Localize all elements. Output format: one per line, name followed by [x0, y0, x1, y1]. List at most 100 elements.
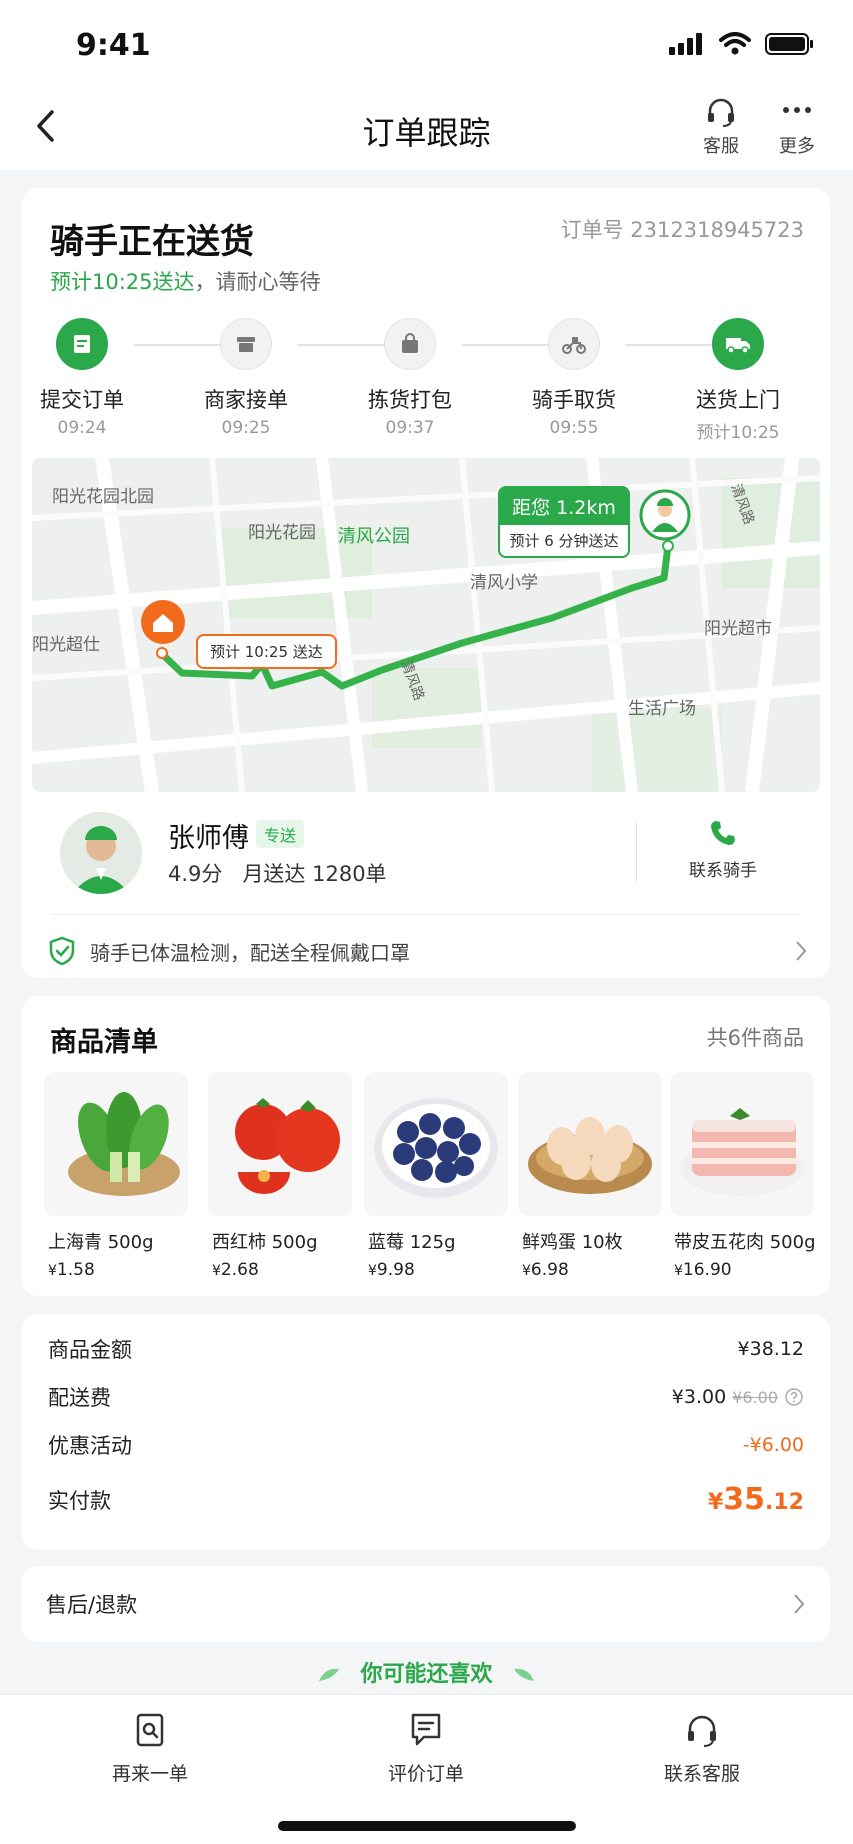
goods-title: 商品清单: [50, 1027, 158, 1058]
service-label: 客服: [703, 136, 739, 157]
map-label: 清风小学: [470, 573, 538, 593]
price-summary-card: 商品金额 ¥38.12 配送费 ¥3.00 ¥6.00 优惠活动 -¥6.00 …: [22, 1314, 830, 1550]
goods-item[interactable]: 上海青 500g ¥1.58: [44, 1072, 188, 1280]
goods-name: 鲜鸡蛋 10枚: [522, 1232, 623, 1253]
rider-badge: 专送: [256, 820, 305, 848]
rider-name: 张师傅: [168, 823, 249, 854]
support-label: 联系客服: [663, 1763, 740, 1785]
rider-stats: 4.9分 月送达 1280单: [168, 858, 387, 888]
rider-distance-bubble: 距您 1.2km 预计 6 分钟送达: [498, 486, 630, 558]
goods-name: 上海青 500g: [48, 1232, 154, 1253]
goods-name: 带皮五花肉 500g: [674, 1232, 816, 1253]
review-order-button[interactable]: 评价订单: [346, 1711, 506, 1786]
status-time: 9:41: [76, 28, 151, 63]
goods-item[interactable]: 蓝莓 125g ¥9.98: [364, 1072, 508, 1280]
goods-price: ¥9.98: [368, 1260, 415, 1280]
delivery-fee-original: ¥6.00: [732, 1387, 778, 1407]
step-picking-packing: 拣货打包 09:37: [350, 318, 470, 438]
goods-list-card: 商品清单 共6件商品 上海青 500g ¥1.58 西红柿 500g ¥2.68…: [22, 996, 830, 1296]
delivery-fee-values: ¥3.00 ¥6.00: [672, 1386, 804, 1408]
after-sale-refund-row[interactable]: 售后/退款: [22, 1566, 830, 1642]
battery-icon: [765, 33, 813, 55]
truck-icon: [712, 318, 764, 370]
rider-location-icon: [639, 489, 691, 541]
pork-belly-image: [670, 1072, 814, 1216]
rider-distance: 距您 1.2km: [500, 488, 628, 525]
paid-label: 实付款: [48, 1488, 111, 1513]
step-time: 09:25: [221, 418, 271, 438]
map-label: 生活广场: [628, 699, 696, 719]
step-label: 商家接单: [204, 388, 288, 412]
home-indicator: [278, 1821, 576, 1831]
goods-amount-row: 商品金额 ¥38.12: [48, 1334, 804, 1364]
help-icon[interactable]: [784, 1387, 804, 1407]
delivery-status-title: 骑手正在送货: [50, 222, 254, 262]
bag-icon: [384, 318, 436, 370]
phone-icon: [711, 821, 735, 845]
reorder-icon: [136, 1713, 164, 1747]
goods-price: ¥2.68: [212, 1260, 259, 1280]
safety-note: 骑手已体温检测，配送全程佩戴口罩: [90, 940, 410, 965]
map-label: 阳光花园: [248, 523, 316, 543]
step-merchant-accept: 商家接单 09:25: [186, 318, 306, 438]
rider-info: 张师傅 专送 4.9分 月送达 1280单 联系骑手: [22, 792, 830, 914]
order-number: 订单号 2312318945723: [561, 214, 804, 244]
map-label: 阳光超仕: [32, 635, 100, 655]
more-button[interactable]: 更多: [762, 96, 832, 158]
step-rider-pickup: 骑手取货 09:55: [514, 318, 634, 438]
store-icon: [220, 318, 272, 370]
paid-total: ¥35.12: [707, 1482, 804, 1517]
divider: [52, 914, 800, 915]
goods-item[interactable]: 鲜鸡蛋 10枚 ¥6.98: [518, 1072, 662, 1280]
customer-service-button[interactable]: 客服: [686, 96, 756, 158]
chevron-right-icon: [794, 1594, 805, 1614]
reorder-button[interactable]: 再来一单: [70, 1711, 230, 1786]
goods-item[interactable]: 带皮五花肉 500g ¥16.90: [670, 1072, 816, 1280]
blueberry-image: [364, 1072, 508, 1216]
more-dots-icon: [783, 107, 811, 113]
signal-icon: [669, 33, 702, 55]
rider-avatar: [60, 812, 142, 894]
goods-price: ¥1.58: [48, 1260, 95, 1280]
home-eta-bubble: 预计 10:25 送达: [196, 634, 337, 669]
delivery-fee-row: 配送费 ¥3.00 ¥6.00: [48, 1382, 804, 1412]
shield-check-icon: [49, 936, 75, 966]
review-icon: [411, 1713, 441, 1746]
delivery-map[interactable]: 阳光花园北园 阳光花园 清风公园 清风小学 阳光超市 生活广场 阳光超仕 清风路…: [32, 458, 820, 792]
leaf-right-icon: [514, 1668, 535, 1681]
goods-count: 共6件商品: [706, 1026, 804, 1050]
receipt-icon: [56, 318, 108, 370]
step-label: 送货上门: [696, 388, 780, 412]
status-bar: 9:41: [0, 0, 853, 90]
eta-highlight: 预计10:25送达: [50, 270, 195, 294]
reorder-label: 再来一单: [111, 1763, 188, 1785]
map-label: 阳光花园北园: [52, 487, 154, 507]
order-number-label: 订单号: [560, 218, 624, 242]
recommend-label: 你可能还喜欢: [360, 1662, 493, 1687]
safety-note-row[interactable]: 骑手已体温检测，配送全程佩戴口罩: [48, 924, 808, 978]
status-icons: [669, 32, 815, 56]
more-label: 更多: [779, 136, 815, 157]
rider-monthly: 月送达 1280单: [242, 862, 387, 886]
step-time: 09:24: [57, 418, 107, 438]
delivery-fee-value: ¥3.00: [671, 1386, 727, 1408]
home-location-icon: [141, 600, 185, 644]
map-label: 清风公园: [338, 526, 410, 547]
contact-support-button[interactable]: 联系客服: [622, 1711, 782, 1786]
goods-item[interactable]: 西红柿 500g ¥2.68: [208, 1072, 352, 1280]
leaf-left-icon: [318, 1668, 339, 1681]
review-label: 评价订单: [387, 1763, 464, 1785]
contact-rider-button[interactable]: 联系骑手: [658, 818, 788, 881]
recommend-heading: 你可能还喜欢: [0, 1656, 853, 1688]
paid-row: 实付款 ¥35.12: [48, 1482, 804, 1517]
goods-amount-value: ¥38.12: [737, 1338, 804, 1360]
divider: [636, 822, 637, 882]
goods-price: ¥6.98: [522, 1260, 569, 1280]
headset-icon: [708, 98, 734, 127]
step-label: 骑手取货: [532, 388, 616, 412]
step-time: 09:37: [385, 418, 435, 438]
step-label: 拣货打包: [368, 388, 452, 412]
discount-row: 优惠活动 -¥6.00: [48, 1430, 804, 1460]
discount-value: -¥6.00: [742, 1434, 804, 1456]
scooter-icon: [548, 318, 600, 370]
